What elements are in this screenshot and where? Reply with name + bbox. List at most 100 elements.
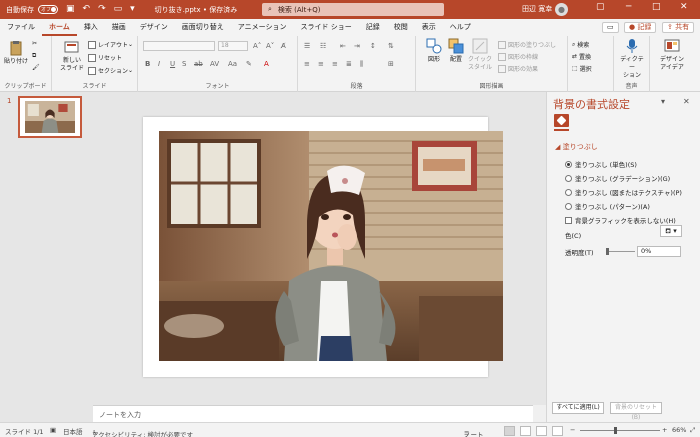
- justify-icon[interactable]: ≣: [346, 60, 352, 68]
- tab-draw[interactable]: 描画: [105, 19, 133, 36]
- zoom-in-icon[interactable]: +: [662, 426, 667, 434]
- fit-slide-icon[interactable]: ⤢: [690, 426, 695, 435]
- copy-icon[interactable]: ⧉: [32, 52, 36, 60]
- underline-icon[interactable]: U: [170, 60, 175, 68]
- increase-indent-icon[interactable]: ⇥: [354, 42, 360, 50]
- hide-graphics-checkbox[interactable]: [565, 216, 572, 224]
- tab-slideshow[interactable]: スライド ショー: [294, 19, 359, 36]
- autosave-toggle[interactable]: オフ: [38, 5, 58, 14]
- align-left-icon[interactable]: ≡: [304, 60, 310, 68]
- shape-fill-button[interactable]: 図形の塗りつぶし: [498, 40, 556, 49]
- cut-icon[interactable]: ✂: [32, 40, 37, 47]
- share-button[interactable]: ⇪ 共有: [662, 22, 695, 33]
- dictate-button[interactable]: ディクテー ション: [618, 38, 646, 80]
- maximize-icon[interactable]: □: [652, 2, 661, 12]
- new-slide-button[interactable]: 新しい スライド: [58, 39, 86, 73]
- fill-gradient-option[interactable]: 塗りつぶし (グラデーション)(G): [565, 173, 670, 183]
- save-icon[interactable]: ▣: [66, 5, 75, 14]
- vertical-scrollbar[interactable]: [533, 405, 546, 422]
- redo-icon[interactable]: ↷: [98, 5, 106, 14]
- paste-button[interactable]: 貼り付け: [2, 40, 30, 66]
- highlight-icon[interactable]: ✎: [246, 60, 252, 68]
- quick-styles-button[interactable]: クイック スタイル: [466, 38, 494, 72]
- radio-solid[interactable]: [565, 160, 572, 168]
- decrease-indent-icon[interactable]: ⇤: [340, 42, 346, 50]
- shadow-icon[interactable]: S: [182, 60, 186, 68]
- tab-view[interactable]: 表示: [415, 19, 443, 36]
- hide-graphics-option[interactable]: 背景グラフィックを表示しない(H): [565, 215, 676, 225]
- slide-thumbnail[interactable]: [18, 96, 82, 138]
- shape-outline-button[interactable]: 図形の枠線: [498, 52, 538, 61]
- notes-input[interactable]: ノートを入力: [93, 405, 533, 422]
- reset-button[interactable]: リセット: [88, 53, 122, 62]
- zoom-out-icon[interactable]: −: [570, 426, 575, 434]
- reset-background-button[interactable]: 背景のリセット(B): [610, 402, 662, 421]
- line-spacing-icon[interactable]: ↕: [370, 42, 376, 50]
- grow-font-icon[interactable]: A˄: [253, 42, 261, 50]
- shrink-font-icon[interactable]: A˅: [266, 42, 274, 50]
- tab-home[interactable]: ホーム: [42, 19, 77, 36]
- slider-knob[interactable]: [606, 248, 609, 255]
- avatar[interactable]: ●: [555, 3, 568, 16]
- text-direction-icon[interactable]: ⇅: [388, 42, 394, 50]
- radio-picture[interactable]: [565, 188, 572, 196]
- fill-picture-option[interactable]: 塗りつぶし (図またはテクスチャ)(P): [565, 187, 682, 197]
- tab-file[interactable]: ファイル: [0, 19, 42, 36]
- tab-insert[interactable]: 挿入: [77, 19, 105, 36]
- align-center-icon[interactable]: ≡: [318, 60, 324, 68]
- font-color-icon[interactable]: A: [264, 60, 269, 68]
- ribbon-display-icon[interactable]: ▢: [596, 2, 605, 12]
- designer-button[interactable]: デザイン アイデア: [658, 38, 686, 72]
- shape-effects-button[interactable]: 図形の効果: [498, 64, 538, 73]
- zoom-slider[interactable]: [580, 430, 660, 431]
- reading-view-icon[interactable]: [536, 426, 547, 436]
- columns-icon[interactable]: ⫼: [360, 60, 363, 69]
- pane-options-icon[interactable]: ▾: [661, 97, 665, 106]
- radio-gradient[interactable]: [565, 174, 572, 182]
- font-size-select[interactable]: 18: [218, 41, 248, 51]
- spellcheck-icon[interactable]: ▣: [50, 426, 56, 434]
- select-button[interactable]: ⬚ 選択: [572, 64, 592, 73]
- char-spacing-icon[interactable]: AV: [210, 60, 219, 68]
- user-name[interactable]: 田辺 寛幸: [522, 4, 552, 14]
- comments-icon[interactable]: ▭: [602, 22, 619, 33]
- fill-solid-option[interactable]: 塗りつぶし (単色)(S): [565, 159, 637, 169]
- apply-to-all-button[interactable]: すべてに適用(L): [552, 402, 604, 414]
- transparency-spinner[interactable]: 0%: [637, 246, 681, 257]
- fill-icon[interactable]: [554, 114, 569, 127]
- zoom-slider-knob[interactable]: [614, 427, 617, 434]
- tab-transitions[interactable]: 画面切り替え: [175, 19, 231, 36]
- slide-photo[interactable]: [159, 131, 503, 361]
- strikethrough-icon[interactable]: ab: [194, 60, 203, 68]
- slideshow-icon[interactable]: ▭: [114, 5, 123, 14]
- find-button[interactable]: ⌕ 検索: [572, 40, 589, 50]
- pane-close-icon[interactable]: ✕: [683, 97, 690, 106]
- smartart-icon[interactable]: ⊞: [388, 60, 394, 68]
- fill-section-header[interactable]: ◢ 塗りつぶし: [555, 142, 598, 152]
- replace-button[interactable]: ⇄ 置換: [572, 52, 591, 61]
- record-button[interactable]: ● 記録: [624, 22, 657, 33]
- transparency-slider[interactable]: [606, 248, 635, 255]
- search-box[interactable]: ⌕ 検索 (Alt+Q): [262, 3, 444, 16]
- minimize-icon[interactable]: ─: [626, 2, 631, 12]
- numbering-icon[interactable]: ☷: [320, 42, 326, 50]
- tab-design[interactable]: デザイン: [133, 19, 175, 36]
- fill-pattern-option[interactable]: 塗りつぶし (パターン)(A): [565, 201, 650, 211]
- section-button[interactable]: セクション ⌄: [88, 66, 133, 75]
- bullets-icon[interactable]: ☰: [304, 42, 310, 50]
- align-right-icon[interactable]: ≡: [332, 60, 338, 68]
- customize-qat-icon[interactable]: ▾: [130, 5, 135, 14]
- tab-animations[interactable]: アニメーション: [231, 19, 294, 36]
- zoom-level[interactable]: 66%: [672, 426, 686, 434]
- undo-icon[interactable]: ↶: [83, 5, 91, 14]
- radio-pattern[interactable]: [565, 202, 572, 210]
- change-case-icon[interactable]: Aa: [228, 60, 237, 68]
- italic-icon[interactable]: I: [158, 60, 160, 68]
- slideshow-view-icon[interactable]: [552, 426, 563, 436]
- tab-help[interactable]: ヘルプ: [443, 19, 478, 36]
- font-name-select[interactable]: [143, 41, 215, 51]
- language-label[interactable]: 日本語: [63, 426, 83, 436]
- clear-format-icon[interactable]: A̸: [281, 42, 286, 50]
- bold-icon[interactable]: B: [145, 60, 150, 68]
- format-painter-icon[interactable]: 🖌: [32, 64, 40, 71]
